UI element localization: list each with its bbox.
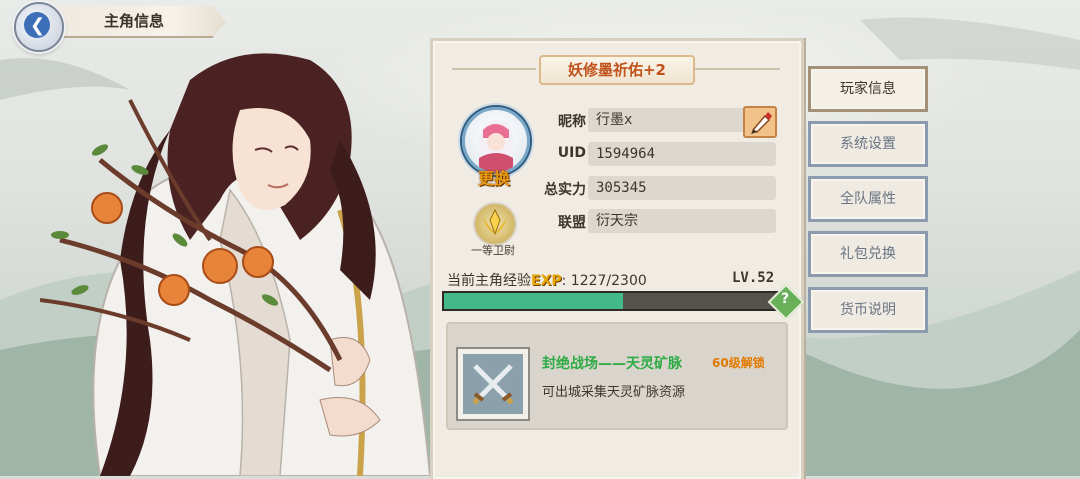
guild-field: 衍天宗 [588,209,776,233]
character-title: 妖修墨祈佑+2 [539,55,695,85]
crossed-swords-icon [473,364,513,404]
feature-lock-text: 60级解锁 [712,356,765,370]
back-button[interactable]: ❮ [14,2,64,52]
feature-title: 封绝战场——天灵矿脉 [542,356,682,372]
tab-system-settings[interactable]: 系统设置 [808,121,928,167]
nickname-label: 昵称 [558,114,586,130]
exp-value: : 1227/2300 [561,273,647,289]
edit-nickname-button[interactable] [743,106,777,138]
back-arrow-icon: ❮ [30,15,46,36]
tab-currency-info[interactable]: 货币说明 [808,287,928,333]
avatar-portrait-icon [479,120,513,172]
character-illustration [40,53,432,476]
guild-label: 联盟 [558,215,586,231]
divider-left [452,68,536,70]
feature-description: 可出城采集天灵矿脉资源 [542,385,686,400]
brush-edit-icon [751,112,772,134]
feature-icon-bg [463,354,523,414]
exp-label: 当前主角经验EXP: 1227/2300 [447,270,647,290]
feature-icon-frame[interactable] [456,347,530,421]
level-label: LV.52 [732,270,775,286]
uid-field: 1594964 [588,142,776,166]
page-title: 主角信息 [104,12,165,30]
power-field: 305345 [588,176,776,200]
exp-tag: EXP [531,273,562,289]
power-label: 总实力 [544,182,586,198]
exp-progress-bar [442,291,782,311]
uid-label: UID [557,145,586,161]
tab-gift-redeem[interactable]: 礼包兑换 [808,231,928,277]
divider-right [694,68,780,70]
rank-label: 一等卫尉 [471,244,515,257]
change-avatar-button[interactable]: 更换 [470,165,518,189]
exp-label-prefix: 当前主角经验 [447,273,531,289]
question-icon: ? [780,291,790,307]
rank-emblem-icon [473,202,517,246]
tab-team-attributes[interactable]: 全队属性 [808,176,928,222]
tab-player-info[interactable]: 玩家信息 [808,66,928,112]
exp-progress-fill [444,293,624,309]
